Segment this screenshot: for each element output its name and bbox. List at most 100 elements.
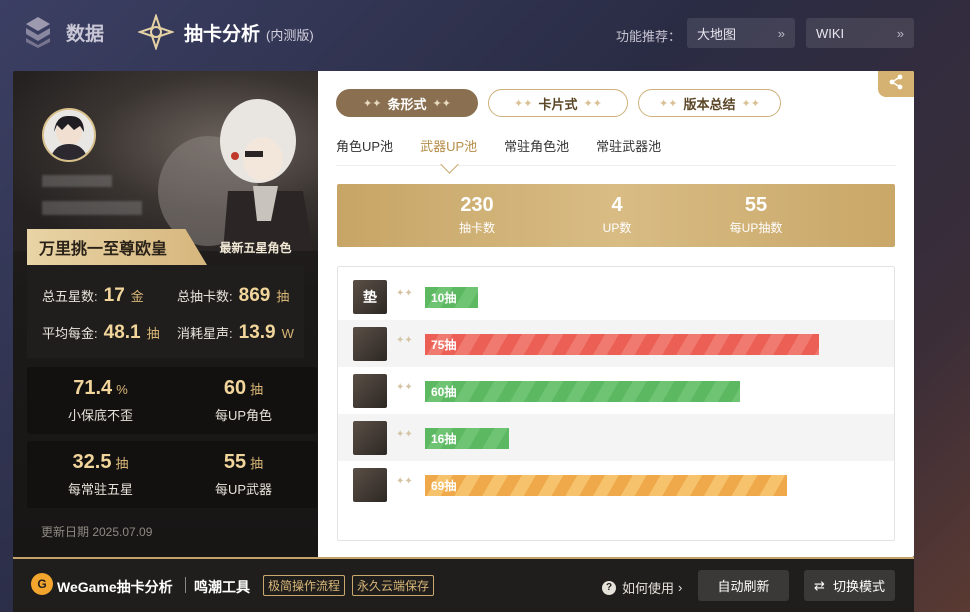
stat-astrite-spent: 消耗星声: 13.9 W bbox=[177, 322, 294, 344]
player-title: 万里挑一至尊欧皇 bbox=[27, 229, 207, 265]
mode-bar[interactable]: ✦✦ 条形式 ✦✦ bbox=[336, 89, 478, 117]
title-bar: 万里挑一至尊欧皇 最新五星角色 bbox=[27, 229, 304, 265]
tile-value: 60 bbox=[223, 377, 247, 399]
footer-badge-simple: 极简操作流程 bbox=[263, 575, 346, 596]
tab-character-up[interactable]: 角色UP池 bbox=[336, 136, 393, 165]
tile-per-up-weapon: 55 抽 每UP武器 bbox=[170, 441, 317, 508]
pull-row: ✦✦ 69抽 bbox=[338, 461, 894, 508]
nav-gacha[interactable]: 抽卡分析 (内测版) bbox=[138, 14, 314, 50]
footer-title: WeGame抽卡分析 bbox=[57, 579, 173, 595]
help-label: 如何使用 bbox=[622, 581, 675, 596]
help-link[interactable]: ? 如何使用 › bbox=[602, 578, 682, 597]
pull-count-label: 60抽 bbox=[431, 385, 457, 399]
summary-up-count: 4 UP数 bbox=[572, 194, 662, 236]
tile-per-up-character: 60 抽 每UP角色 bbox=[170, 367, 317, 434]
feature-map-label: 大地图 bbox=[697, 26, 737, 42]
userid-blurred bbox=[42, 201, 142, 215]
sparkle-icon: ✦✦ bbox=[396, 335, 413, 346]
pull-count-label: 75抽 bbox=[431, 338, 457, 352]
stat-unit: 抽 bbox=[276, 289, 290, 304]
feature-wiki-label: WIKI bbox=[816, 25, 845, 41]
top-nav: 数据 抽卡分析 (内测版) 功能推荐： 大地图 » WIKI » bbox=[0, 0, 970, 66]
tile-value: 71.4 bbox=[73, 377, 113, 399]
pull-row: ✦✦ 16抽 bbox=[338, 414, 894, 461]
share-button[interactable] bbox=[878, 71, 914, 97]
nav-data-label: 数据 bbox=[66, 23, 105, 45]
tile-unit: 抽 bbox=[250, 456, 264, 471]
mode-card[interactable]: ✦✦ 卡片式 ✦✦ bbox=[488, 89, 628, 117]
tab-weapon-up[interactable]: 武器UP池 bbox=[420, 136, 477, 165]
gacha-logo-icon bbox=[138, 14, 174, 50]
tile-value: 55 bbox=[223, 451, 247, 473]
feature-map-button[interactable]: 大地图 » bbox=[687, 18, 795, 48]
pull-bar: 60抽 bbox=[425, 381, 740, 402]
feature-wiki-button[interactable]: WIKI » bbox=[806, 18, 914, 48]
analysis-panel: ✦✦ 条形式 ✦✦ ✦✦ 卡片式 ✦✦ ✦✦ 版本总结 ✦✦ 角色UP池 武器U… bbox=[318, 71, 914, 557]
sparkle-icon: ✦✦ bbox=[432, 97, 451, 110]
pool-tabs: 角色UP池 武器UP池 常驻角色池 常驻武器池 bbox=[336, 136, 896, 166]
auto-refresh-label: 自动刷新 bbox=[717, 579, 770, 594]
weapon-icon bbox=[353, 374, 387, 408]
pull-count-label: 10抽 bbox=[431, 291, 457, 305]
pull-list: 垫 ✦✦ 10抽 ✦✦ 75抽 ✦✦ 60抽 ✦✦ 16抽 ✦✦ 69抽 bbox=[337, 266, 895, 541]
summary-label: 每UP抽数 bbox=[729, 221, 783, 235]
sparkle-icon: ✦✦ bbox=[514, 97, 533, 110]
question-icon: ? bbox=[602, 580, 616, 595]
stat-value: 17 bbox=[103, 285, 125, 306]
switch-mode-button[interactable]: ⇄ 切换模式 bbox=[804, 570, 895, 601]
stat-unit: W bbox=[281, 326, 294, 341]
summary-value: 4 bbox=[611, 194, 623, 216]
pull-bar: 75抽 bbox=[425, 334, 819, 355]
footer-tool: 鸣潮工具 bbox=[194, 579, 250, 595]
summary-value: 55 bbox=[744, 194, 768, 216]
tile-per-standard-five: 32.5 抽 每常驻五星 bbox=[27, 441, 174, 508]
pull-row: ✦✦ 75抽 bbox=[338, 320, 894, 367]
tile-value: 32.5 bbox=[72, 451, 112, 473]
stat-total-pulls: 总抽卡数: 869 抽 bbox=[177, 285, 289, 307]
weapon-icon bbox=[353, 468, 387, 502]
stat-value: 13.9 bbox=[238, 322, 276, 343]
sparkle-icon: ✦✦ bbox=[741, 97, 760, 110]
updated-date: 更新日期 2025.07.09 bbox=[41, 525, 153, 539]
latest-five-star-label: 最新五星角色 bbox=[219, 240, 292, 255]
character-art bbox=[158, 99, 313, 251]
pull-bar: 10抽 bbox=[425, 287, 478, 308]
pull-bar: 16抽 bbox=[425, 428, 509, 449]
mode-label: 卡片式 bbox=[538, 96, 578, 112]
wegame-logo-icon: G bbox=[31, 573, 53, 595]
tab-standard-character[interactable]: 常驻角色池 bbox=[504, 136, 569, 165]
tile-50-50-win-rate: 71.4% 小保底不歪 bbox=[27, 367, 174, 434]
chevron-right-icon: › bbox=[678, 580, 683, 595]
summary-label: 抽卡数 bbox=[458, 221, 495, 235]
sparkle-icon: ✦✦ bbox=[363, 97, 382, 110]
tile-unit: 抽 bbox=[250, 382, 264, 397]
stat-total-five: 总五星数: 17 金 bbox=[42, 285, 144, 307]
pull-bar: 69抽 bbox=[425, 475, 788, 496]
data-logo-icon bbox=[20, 14, 56, 50]
auto-refresh-button[interactable]: 自动刷新 bbox=[698, 570, 789, 601]
hero-banner bbox=[13, 71, 318, 251]
tile-label: 每UP武器 bbox=[214, 482, 273, 497]
stat-value: 48.1 bbox=[103, 322, 141, 343]
stat-label: 消耗星声: bbox=[177, 326, 233, 341]
stat-unit: 抽 bbox=[146, 326, 160, 341]
mode-version-summary[interactable]: ✦✦ 版本总结 ✦✦ bbox=[638, 89, 781, 117]
pull-count-label: 16抽 bbox=[431, 432, 457, 446]
tile-unit: 抽 bbox=[115, 456, 129, 471]
nav-data[interactable]: 数据 bbox=[20, 14, 104, 50]
chevron-right-icon: » bbox=[896, 25, 904, 41]
sparkle-icon: ✦✦ bbox=[396, 382, 413, 393]
footer: G WeGame抽卡分析 鸣潮工具 极简操作流程 永久云端保存 ? 如何使用 ›… bbox=[13, 557, 914, 612]
switch-mode-label: 切换模式 bbox=[832, 579, 885, 594]
summary-pulls: 230 抽卡数 bbox=[432, 194, 522, 236]
profile-panel: 万里挑一至尊欧皇 最新五星角色 总五星数: 17 金 总抽卡数: 869 抽 平… bbox=[13, 71, 318, 557]
tab-standard-weapon[interactable]: 常驻武器池 bbox=[596, 136, 661, 165]
stat-unit: 金 bbox=[130, 289, 144, 304]
pull-row: 垫 ✦✦ 10抽 bbox=[338, 273, 894, 320]
summary-per-up: 55 每UP抽数 bbox=[711, 194, 801, 236]
mode-label: 条形式 bbox=[387, 96, 427, 112]
view-mode-group: ✦✦ 条形式 ✦✦ ✦✦ 卡片式 ✦✦ ✦✦ 版本总结 ✦✦ bbox=[336, 89, 791, 117]
chevron-right-icon: » bbox=[777, 25, 785, 41]
main-card: 万里挑一至尊欧皇 最新五星角色 总五星数: 17 金 总抽卡数: 869 抽 平… bbox=[13, 71, 914, 557]
feature-label: 功能推荐： bbox=[616, 29, 682, 44]
